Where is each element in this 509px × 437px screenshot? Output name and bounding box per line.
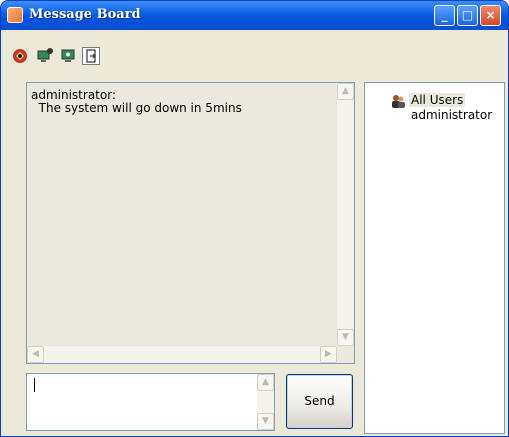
message-input[interactable]: ▲ ▼ <box>26 373 275 431</box>
computer-user-icon[interactable] <box>36 47 54 65</box>
window-title: Message Board <box>29 7 141 22</box>
status-icon[interactable] <box>11 47 29 65</box>
minimize-button[interactable]: _ <box>434 5 455 26</box>
message-display[interactable]: administrator: The system will go down i… <box>26 82 355 364</box>
exit-door-icon[interactable] <box>82 47 100 65</box>
input-vertical-scrollbar[interactable]: ▲ ▼ <box>257 374 274 430</box>
user-list-item[interactable]: administrator <box>411 108 492 122</box>
all-users-node[interactable]: All Users <box>409 93 466 107</box>
close-button[interactable]: × <box>480 5 501 26</box>
scroll-left-button[interactable]: ◀ <box>27 346 44 363</box>
horizontal-scrollbar[interactable]: ◀ ▶ <box>27 346 337 363</box>
message-board-window: Message Board _ □ × administrator: The s… <box>0 0 509 437</box>
send-button[interactable]: Send <box>286 374 353 429</box>
text-caret <box>34 378 35 392</box>
users-group-icon <box>390 93 406 109</box>
scroll-right-button[interactable]: ▶ <box>320 346 337 363</box>
vertical-scrollbar[interactable]: ▲ ▼ <box>337 83 354 346</box>
message-sender: administrator: <box>31 88 116 102</box>
maximize-button[interactable]: □ <box>457 5 478 26</box>
input-scroll-up-button[interactable]: ▲ <box>257 374 274 391</box>
monitor-icon[interactable] <box>59 47 77 65</box>
scroll-down-button[interactable]: ▼ <box>337 329 354 346</box>
title-bar[interactable]: Message Board _ □ × <box>1 1 508 30</box>
message-list: administrator: The system will go down i… <box>31 89 242 115</box>
input-scroll-down-button[interactable]: ▼ <box>257 413 274 430</box>
toolbar <box>1 30 508 75</box>
user-list-panel[interactable]: All Users administrator <box>364 82 505 434</box>
message-text: The system will go down in 5mins <box>31 101 242 115</box>
scroll-up-button[interactable]: ▲ <box>337 83 354 100</box>
app-icon <box>7 7 23 23</box>
